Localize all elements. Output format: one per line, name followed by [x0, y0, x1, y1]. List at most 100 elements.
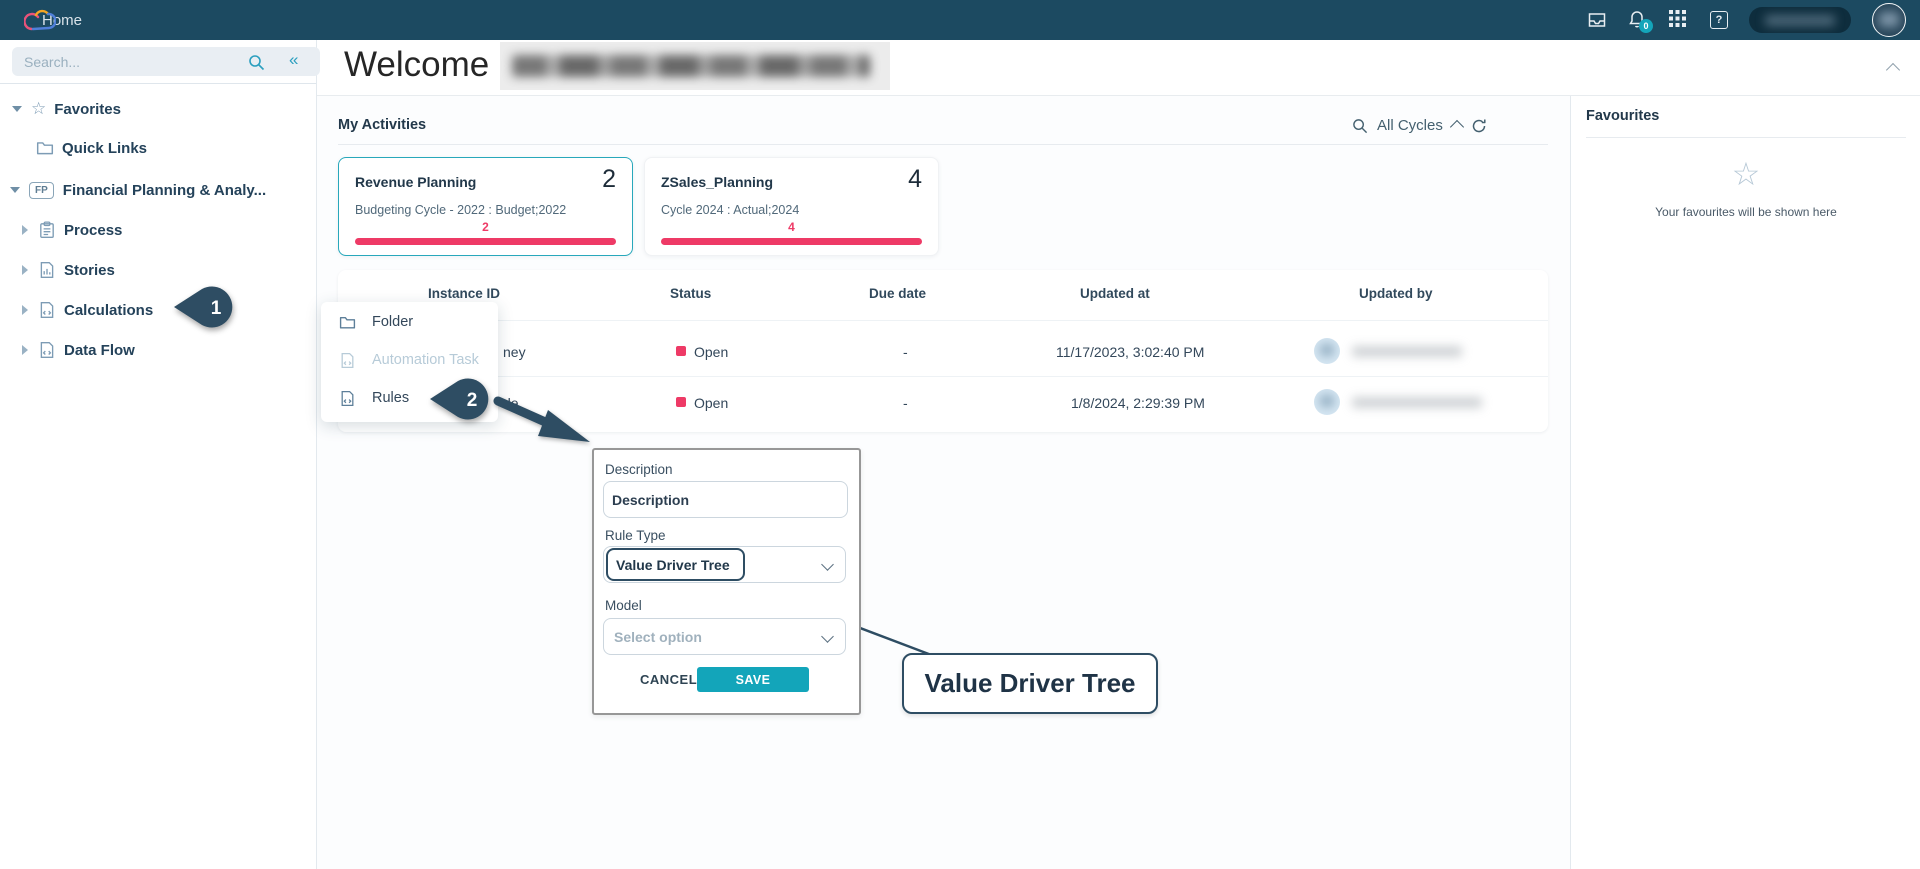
- refresh-icon[interactable]: [1471, 118, 1487, 134]
- caret-right-icon[interactable]: [22, 225, 28, 235]
- favourites-title: Favourites: [1586, 108, 1659, 124]
- caret-down-icon[interactable]: [12, 106, 22, 112]
- sidebar-item-label: Quick Links: [62, 140, 147, 157]
- column-header-instance-id[interactable]: Instance ID: [428, 286, 500, 301]
- status-indicator: [676, 397, 686, 407]
- step-2-marker: 2: [428, 377, 494, 421]
- sidebar-item-label: Financial Planning & Analy...: [63, 182, 266, 199]
- card-progress-count: 2: [339, 220, 632, 234]
- table-divider: [338, 320, 1548, 321]
- sidebar-item-calculations[interactable]: Calculations: [0, 295, 338, 325]
- status-cell: Open: [694, 344, 728, 360]
- sidebar-item-label: Data Flow: [64, 342, 135, 359]
- save-button[interactable]: SAVE: [697, 667, 809, 692]
- create-rule-dialog: Description Rule Type Value Driver Tree …: [592, 448, 861, 715]
- card-progress-bar: [355, 238, 616, 245]
- search-icon[interactable]: [248, 54, 265, 71]
- fp-badge: FP: [29, 182, 54, 199]
- welcome-banner: Welcome: [316, 40, 1920, 96]
- apps-grid-icon[interactable]: [1669, 10, 1689, 30]
- sidebar-item-data-flow[interactable]: Data Flow: [0, 335, 338, 365]
- column-header-status[interactable]: Status: [670, 286, 711, 301]
- sidebar-search-input[interactable]: [12, 47, 320, 76]
- caret-right-icon[interactable]: [22, 265, 28, 275]
- column-header-updated-by[interactable]: Updated by: [1359, 286, 1433, 301]
- redacted-tenant-text: [1765, 15, 1835, 26]
- redacted-avatar-image: [1879, 12, 1899, 27]
- updated-by-avatar: [1314, 389, 1340, 415]
- activity-card-zsales-planning[interactable]: ZSales_Planning 4 Cycle 2024 : Actual;20…: [644, 157, 939, 256]
- clipboard-icon: [38, 221, 56, 239]
- callout-label: Value Driver Tree: [924, 668, 1135, 699]
- due-date-cell: -: [903, 395, 908, 411]
- value-driver-tree-callout: Value Driver Tree: [902, 653, 1158, 714]
- annotation-arrow: [488, 392, 598, 448]
- redacted-updated-by-name: [1352, 397, 1482, 408]
- sidebar-item-stories[interactable]: Stories: [0, 255, 338, 285]
- panel-divider: [1586, 137, 1906, 138]
- cancel-button[interactable]: CANCEL: [634, 671, 698, 688]
- redacted-user-name: [500, 42, 890, 90]
- sidebar-item-quick-links[interactable]: Quick Links: [0, 133, 352, 163]
- document-code-icon: [38, 341, 56, 359]
- notifications-bell-icon[interactable]: 0: [1628, 10, 1648, 30]
- search-icon[interactable]: [1352, 118, 1368, 134]
- menu-item-label: Rules: [372, 390, 409, 406]
- activity-card-revenue-planning[interactable]: Revenue Planning 2 Budgeting Cycle - 202…: [338, 157, 633, 256]
- rule-type-select[interactable]: Value Driver Tree: [603, 546, 846, 583]
- sidebar-item-process[interactable]: Process: [0, 215, 338, 245]
- menu-item-folder[interactable]: Folder: [321, 304, 498, 340]
- document-code-icon: [38, 301, 56, 319]
- sidebar-item-label: Process: [64, 222, 122, 239]
- tenant-name-pill-redacted[interactable]: [1749, 7, 1851, 33]
- folder-icon: [36, 139, 54, 157]
- cycles-filter[interactable]: All Cycles: [1352, 117, 1487, 134]
- notification-count-badge: 0: [1639, 19, 1653, 33]
- help-icon[interactable]: ?: [1710, 11, 1728, 29]
- svg-text:2: 2: [467, 390, 478, 411]
- chevron-up-icon[interactable]: [1450, 120, 1464, 134]
- sidebar-divider: [0, 83, 316, 84]
- collapse-sidebar-icon[interactable]: «: [289, 50, 298, 70]
- menu-item-automation-task: Automation Task: [321, 342, 498, 378]
- folder-icon: [339, 314, 356, 331]
- updated-by-avatar: [1314, 338, 1340, 364]
- description-input[interactable]: [603, 481, 848, 518]
- column-header-due-date[interactable]: Due date: [869, 286, 926, 301]
- card-subtitle: Budgeting Cycle - 2022 : Budget;2022: [355, 203, 566, 217]
- column-header-updated-at[interactable]: Updated at: [1080, 286, 1150, 301]
- sidebar-item-favorites[interactable]: ☆ Favorites: [0, 94, 328, 124]
- inbox-icon[interactable]: [1587, 10, 1607, 30]
- document-code-icon: [339, 352, 356, 369]
- top-bar: Home 0 ?: [0, 0, 1920, 40]
- cycles-filter-label[interactable]: All Cycles: [1377, 117, 1443, 134]
- rule-type-label: Rule Type: [605, 528, 666, 543]
- app-logo-icon[interactable]: [24, 5, 56, 35]
- rule-type-value: Value Driver Tree: [616, 557, 730, 573]
- sidebar-item-label: Favorites: [54, 101, 121, 118]
- due-date-cell: -: [903, 344, 908, 360]
- model-placeholder: Select option: [614, 629, 702, 645]
- step-1-marker: 1: [172, 285, 238, 329]
- sidebar-item-label: Stories: [64, 262, 115, 279]
- sidebar-item-financial-planning[interactable]: FP Financial Planning & Analy...: [0, 175, 316, 205]
- rule-type-value-highlight: Value Driver Tree: [606, 548, 745, 581]
- caret-right-icon[interactable]: [22, 345, 28, 355]
- menu-item-label: Automation Task: [372, 352, 479, 368]
- description-label: Description: [605, 462, 673, 477]
- redacted-updated-by-name: [1352, 346, 1462, 357]
- collapse-banner-icon[interactable]: [1886, 63, 1900, 77]
- favourites-panel: Favourites ☆ Your favourites will be sho…: [1570, 95, 1920, 869]
- favourites-empty-message: Your favourites will be shown here: [1571, 205, 1920, 219]
- model-select[interactable]: Select option: [603, 618, 846, 655]
- document-chart-icon: [38, 261, 56, 279]
- caret-right-icon[interactable]: [22, 305, 28, 315]
- card-title: ZSales_Planning: [661, 174, 773, 190]
- user-avatar[interactable]: [1872, 3, 1906, 37]
- updated-at-cell: 11/17/2023, 3:02:40 PM: [1056, 344, 1204, 360]
- model-label: Model: [605, 598, 642, 613]
- star-icon: ☆: [1571, 155, 1920, 193]
- status-indicator: [676, 346, 686, 356]
- caret-down-icon[interactable]: [10, 187, 20, 193]
- chevron-down-icon: [821, 558, 834, 571]
